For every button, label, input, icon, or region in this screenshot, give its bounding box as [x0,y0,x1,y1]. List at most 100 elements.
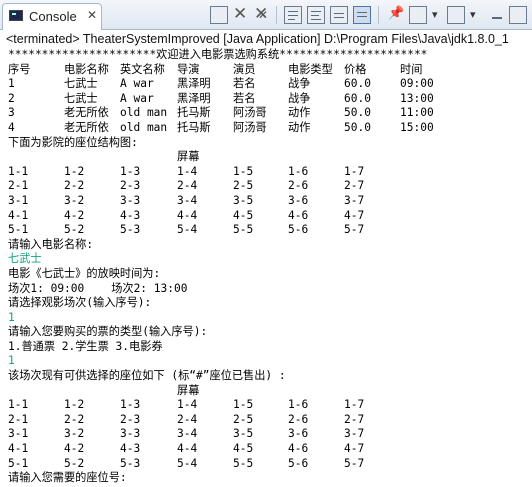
seat-label: 1-5 [233,398,254,412]
console-cell: 11:00 [400,106,434,120]
seat-label: 5-7 [344,456,365,470]
console-cell: 阿汤哥 [233,120,267,134]
seat-label: 3-7 [344,193,365,207]
seat-label: 3-6 [288,427,309,441]
seat-label: 3-2 [64,193,85,207]
seat-label: 2-4 [177,179,198,193]
seat-label: 1-4 [177,398,198,412]
seat-label: 3-2 [64,427,85,441]
pin-console-icon[interactable]: 📌 [386,6,404,24]
seat-label: 2-6 [288,179,309,193]
remove-launch-icon[interactable]: ✕ [231,4,249,24]
seat-label: 2-1 [8,179,29,193]
seat-label: 5-5 [233,223,254,237]
seat-label: 2-3 [120,412,141,426]
console-line: 该场次现有可供选择的座位如下 (标“#”座位已售出) : [8,369,286,383]
console-line: **********************欢迎进入电影票选购系统*******… [8,48,428,61]
seat-label: 3-6 [288,193,309,207]
seat-label: 1-7 [344,398,365,412]
console-cell: 若名 [233,91,256,105]
console-cell: 1 [8,77,15,91]
console-line: 3 老无所依 old man 托马斯 阿汤哥 动作 50.0 11:00 [0,106,532,121]
console-cell: 七武士 [64,77,98,91]
remove-all-terminated-icon[interactable]: ✕ ✕ [252,4,270,24]
seat-label: 4-3 [120,208,141,222]
console-cell: 演员 [233,62,256,76]
seat-label: 5-3 [120,223,141,237]
console-cell: 序号 [8,62,31,76]
console-cell: 13:00 [400,91,434,105]
console-tab[interactable]: Console ✕ [2,3,102,30]
console-cell: 15:00 [400,120,434,134]
seat-label: 3-7 [344,427,365,441]
display-console-dropdown-icon[interactable]: ▾ [428,6,446,24]
console-line: 3-1 3-2 3-3 3-4 3-5 3-6 3-7 [0,194,532,209]
seat-label: 5-2 [64,223,85,237]
console-input-line: 1 [8,310,15,324]
console-cell: 50.0 [344,106,371,120]
console-cell: 若名 [233,77,256,91]
console-cell: 电影名称 [64,62,109,76]
console-line: 3-1 3-2 3-3 3-4 3-5 3-6 3-7 [0,427,532,442]
console-cell: 动作 [288,106,311,120]
seat-label: 5-2 [64,456,85,470]
clear-console-icon[interactable] [330,6,348,24]
console-line: 场次1: 09:00 场次2: 13:00 [8,281,188,295]
seat-label: 2-2 [64,179,85,193]
console-cell: 七武士 [64,91,98,105]
seat-label: 1-5 [233,164,254,178]
seat-label: 4-6 [288,208,309,222]
maximize-icon[interactable] [509,6,527,24]
seat-label: 2-5 [233,179,254,193]
console-cell: 屏幕 [177,383,200,397]
console-cell: 50.0 [344,120,371,134]
minimize-icon[interactable] [489,6,507,24]
seat-label: 5-4 [177,456,198,470]
scroll-lock-icon[interactable] [284,6,302,24]
console-line: 请选择观影场次(输入序号): [8,296,152,310]
seat-label: 4-6 [288,442,309,456]
open-console-icon[interactable] [447,6,465,24]
seat-label: 5-7 [344,223,365,237]
seat-label: 2-1 [8,412,29,426]
console-line: 2-1 2-2 2-3 2-4 2-5 2-6 2-7 [0,413,532,428]
seat-label: 4-1 [8,208,29,222]
seat-label: 4-5 [233,208,254,222]
console-line: 4-1 4-2 4-3 4-4 4-5 4-6 4-7 [0,442,532,457]
console-line: 请输入您需要的座位号: [8,471,127,485]
console-cell: 战争 [288,77,311,91]
word-wrap-icon[interactable] [307,6,325,24]
console-line: 2-1 2-2 2-3 2-4 2-5 2-6 2-7 [0,179,532,194]
console-line: 屏幕 [0,384,532,399]
seat-label: 4-2 [64,442,85,456]
seat-label: 2-3 [120,179,141,193]
console-line: 请输入电影名称: [8,237,94,251]
console-output[interactable]: **********************欢迎进入电影票选购系统*******… [0,48,532,487]
console-line: 1.普通票 2.学生票 3.电影券 [8,339,163,353]
seat-label: 5-1 [8,223,29,237]
console-line: 1-1 1-2 1-3 1-4 1-5 1-6 1-7 [0,165,532,180]
seat-label: 4-4 [177,442,198,456]
seat-label: 3-4 [177,193,198,207]
close-tab-icon[interactable]: ✕ [87,8,97,22]
console-tab-label: Console [29,9,77,24]
console-cell: A war [120,77,154,91]
display-selected-console-icon[interactable] [409,6,427,24]
console-cell: 4 [8,120,15,134]
seat-label: 5-6 [288,456,309,470]
seat-label: 4-7 [344,208,365,222]
terminate-icon[interactable] [210,6,228,24]
seat-label: 2-6 [288,412,309,426]
toolbar-separator [276,6,277,24]
seat-label: 1-1 [8,164,29,178]
console-cell: 屏幕 [177,150,200,164]
console-cell: 战争 [288,91,311,105]
seat-label: 3-5 [233,193,254,207]
show-console-on-output-icon[interactable] [353,6,371,24]
open-console-dropdown-icon[interactable]: ▾ [466,6,484,24]
seat-label: 3-4 [177,427,198,441]
console-cell: old man [120,120,168,134]
console-cell: 价格 [344,62,367,76]
console-cell: 英文名称 [120,62,165,76]
seat-label: 2-7 [344,179,365,193]
